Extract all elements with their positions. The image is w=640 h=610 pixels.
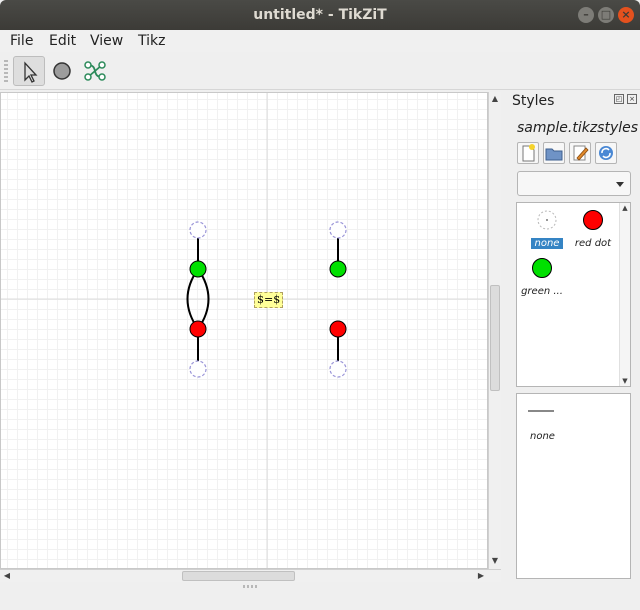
horizontal-scrollbar[interactable]: ◀ ▶: [0, 569, 501, 582]
scroll-down-arrow-icon[interactable]: ▼: [620, 376, 630, 386]
dashed-circle-icon: [537, 210, 557, 230]
toolbar: [0, 52, 640, 90]
scroll-left-arrow-icon[interactable]: ◀: [1, 570, 13, 582]
equals-label-node[interactable]: $=$: [254, 292, 284, 308]
node-green-left: [189, 260, 207, 278]
node-style-list[interactable]: none red dot green ... ▲ ▼: [516, 202, 631, 387]
minimize-button[interactable]: –: [578, 7, 594, 23]
edit-icon: [573, 145, 589, 161]
maximize-button[interactable]: □: [598, 7, 614, 23]
node-red-left: [189, 320, 207, 338]
node-style-item-green[interactable]: green ...: [517, 257, 567, 297]
resize-grip[interactable]: [243, 585, 259, 588]
node-style-label: green ...: [521, 286, 563, 297]
scroll-up-arrow-icon[interactable]: ▲: [620, 203, 630, 213]
edge-style-label: none: [530, 431, 555, 442]
node-style-scrollbar[interactable]: ▲ ▼: [619, 203, 630, 386]
window-title: untitled* - TikZiT: [253, 7, 387, 23]
red-dot-icon: [583, 210, 603, 230]
chevron-down-icon: [616, 182, 624, 187]
title-bar: untitled* - TikZiT – □ ×: [0, 0, 640, 30]
new-file-icon: [522, 144, 535, 162]
open-style-file-button[interactable]: [543, 142, 565, 164]
refresh-icon: [599, 146, 613, 160]
menu-view[interactable]: View: [90, 33, 123, 49]
folder-icon: [545, 148, 563, 161]
dock-float-button[interactable]: ◰: [614, 94, 624, 104]
scroll-up-arrow-icon[interactable]: ▲: [489, 93, 501, 105]
refresh-styles-button[interactable]: [595, 142, 617, 164]
styles-file-name: sample.tikzstyles: [517, 120, 639, 136]
toolbar-grip[interactable]: [4, 60, 8, 82]
pointer-arrow-icon: [24, 61, 38, 83]
circle-icon: [53, 62, 71, 80]
select-tool-button[interactable]: [13, 56, 45, 86]
graph-canvas[interactable]: $=$: [0, 92, 488, 569]
green-dot-icon: [532, 258, 552, 278]
node-tool-button[interactable]: [46, 56, 78, 86]
vertical-scroll-thumb[interactable]: [490, 285, 500, 391]
menu-bar: File Edit View Tikz: [0, 30, 640, 52]
edge-style-preview[interactable]: [528, 410, 554, 412]
styles-dock-title: Styles: [512, 93, 555, 109]
node-none-left-top: [189, 221, 207, 239]
node-none-right-bottom: [329, 360, 347, 378]
dock-close-button[interactable]: ×: [627, 94, 637, 104]
menu-edit[interactable]: Edit: [49, 33, 76, 49]
node-style-item-none[interactable]: none: [522, 209, 572, 249]
close-button[interactable]: ×: [618, 7, 634, 23]
menu-tikz[interactable]: Tikz: [138, 33, 165, 49]
menu-file[interactable]: File: [10, 33, 33, 49]
edge-icon: [84, 61, 106, 81]
horizontal-scroll-thumb[interactable]: [182, 571, 295, 581]
edit-styles-button[interactable]: [569, 142, 591, 164]
style-category-select[interactable]: [517, 171, 631, 196]
status-bar: [0, 582, 640, 610]
node-none-left-bottom: [189, 360, 207, 378]
node-style-label: none: [530, 238, 564, 249]
new-style-file-button[interactable]: [517, 142, 539, 164]
edge-tool-button[interactable]: [79, 56, 111, 86]
node-style-item-red-dot[interactable]: red dot: [568, 209, 618, 249]
graph-drawing: [1, 93, 487, 568]
node-none-right-top: [329, 221, 347, 239]
node-green-right: [329, 260, 347, 278]
vertical-scrollbar[interactable]: ▲ ▼: [488, 92, 501, 569]
scroll-down-arrow-icon[interactable]: ▼: [489, 555, 501, 567]
styles-dock: Styles ◰ × sample.tikzstyles none red do…: [504, 90, 640, 582]
edge-style-list[interactable]: none: [516, 393, 631, 579]
node-red-right: [329, 320, 347, 338]
node-style-label: red dot: [574, 238, 612, 249]
scroll-right-arrow-icon[interactable]: ▶: [475, 570, 487, 582]
